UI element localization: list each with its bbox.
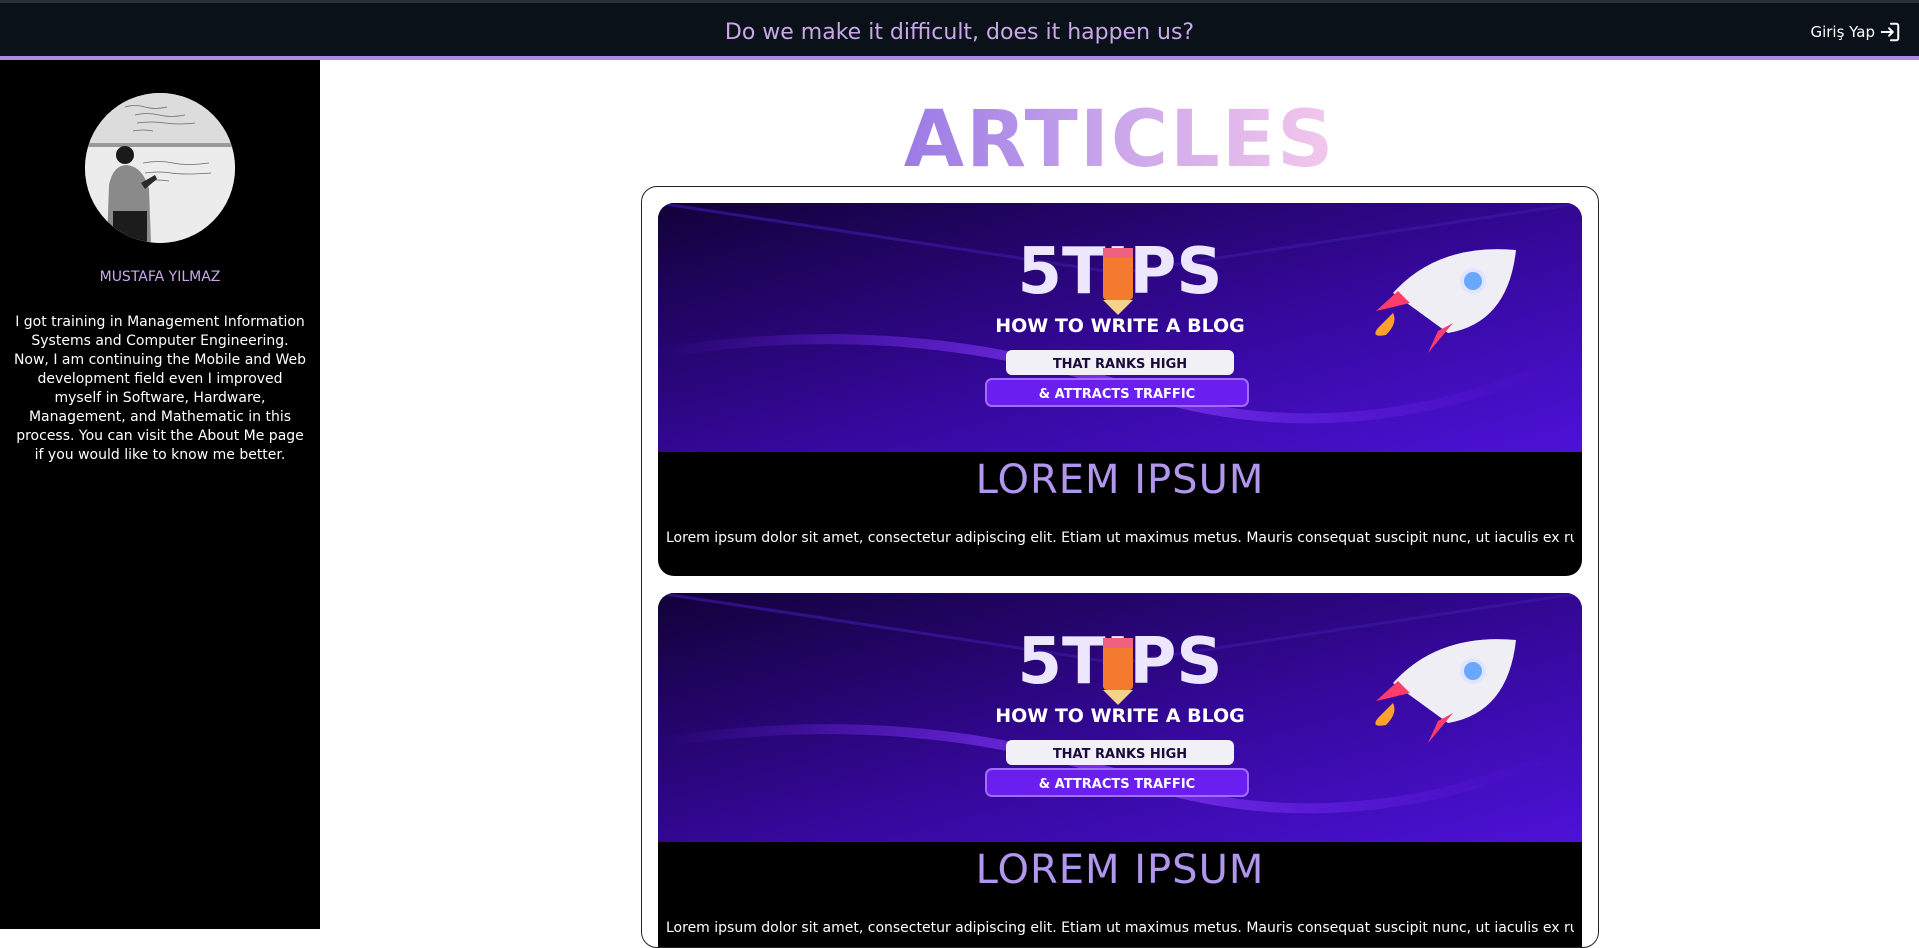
svg-text:& ATTRACTS TRAFFIC: & ATTRACTS TRAFFIC [1039, 777, 1195, 792]
svg-text:THAT RANKS HIGH: THAT RANKS HIGH [1053, 357, 1187, 372]
article-banner-image: 5TIPS HOW TO WRITE A BLOG THAT RANKS HIG… [658, 203, 1582, 452]
article-excerpt: Lorem ipsum dolor sit amet, consectetur … [666, 530, 1574, 546]
svg-text:HOW TO WRITE A BLOG: HOW TO WRITE A BLOG [995, 315, 1245, 337]
svg-text:HOW TO WRITE A BLOG: HOW TO WRITE A BLOG [995, 705, 1245, 727]
site-slogan: Do we make it difficult, does it happen … [724, 20, 1195, 45]
top-navbar: Do we make it difficult, does it happen … [0, 3, 1919, 60]
author-name: MUSTAFA YILMAZ [99, 269, 221, 285]
profile-sidebar: MUSTAFA YILMAZ I got training in Managem… [0, 60, 320, 929]
avatar [85, 93, 235, 243]
articles-list: 5TIPS HOW TO WRITE A BLOG THAT RANKS HIG… [641, 186, 1599, 948]
article-banner-image: 5TIPS HOW TO WRITE A BLOG THAT RANKS HIG… [658, 593, 1582, 842]
article-title: LOREM IPSUM [975, 847, 1265, 893]
login-button[interactable]: Giriş Yap [1810, 21, 1901, 43]
author-bio: I got training in Management Information… [13, 314, 307, 463]
article-title: LOREM IPSUM [975, 457, 1265, 503]
login-label: Giriş Yap [1810, 23, 1875, 41]
article-card[interactable]: 5TIPS HOW TO WRITE A BLOG THAT RANKS HIG… [658, 593, 1582, 947]
page-title: ARTICLES [320, 98, 1919, 182]
svg-text:THAT RANKS HIGH: THAT RANKS HIGH [1053, 747, 1187, 762]
page-title-text: ARTICLES [903, 95, 1336, 185]
article-excerpt: Lorem ipsum dolor sit amet, consectetur … [666, 920, 1574, 936]
article-card[interactable]: 5TIPS HOW TO WRITE A BLOG THAT RANKS HIG… [658, 203, 1582, 576]
sign-in-icon [1880, 22, 1900, 42]
svg-text:& ATTRACTS TRAFFIC: & ATTRACTS TRAFFIC [1039, 387, 1195, 402]
